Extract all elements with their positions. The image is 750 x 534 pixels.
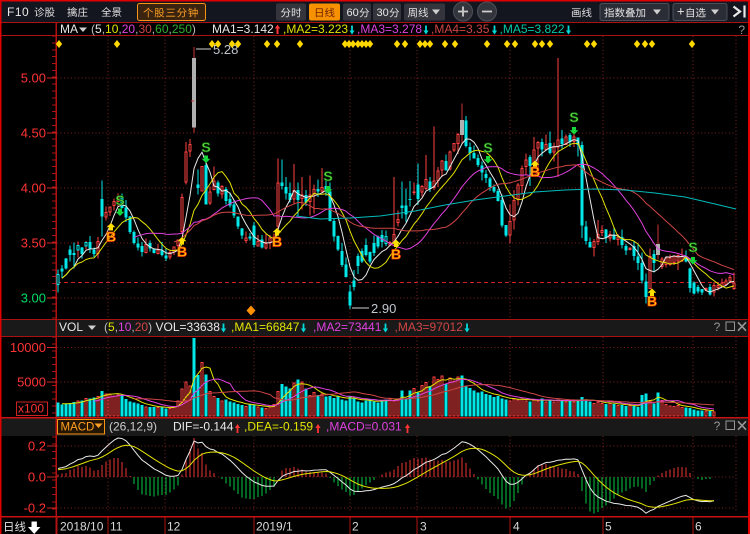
svg-text:4: 4: [513, 520, 520, 534]
svg-text:B: B: [530, 164, 540, 180]
svg-text:B: B: [106, 229, 116, 245]
svg-text:MACD: MACD: [61, 422, 95, 434]
svg-text:MA: MA: [60, 22, 78, 36]
svg-text:2.90: 2.90: [371, 301, 396, 316]
svg-text:B: B: [177, 244, 187, 260]
svg-text:,MA1=66847: ,MA1=66847: [231, 320, 300, 334]
svg-text:S: S: [201, 139, 210, 155]
svg-text:VOL=33638: VOL=33638: [156, 320, 221, 334]
svg-text:5000: 5000: [17, 375, 46, 390]
svg-text:5: 5: [605, 520, 612, 534]
svg-text:S: S: [483, 140, 492, 156]
svg-text:?: ?: [714, 419, 721, 433]
svg-text:x100: x100: [18, 402, 44, 416]
svg-text:S: S: [323, 168, 332, 184]
svg-text:12: 12: [167, 520, 181, 534]
svg-text:,MACD=0.031: ,MACD=0.031: [326, 420, 402, 434]
svg-text:,MA4=3.35: ,MA4=3.35: [431, 22, 490, 36]
svg-text:B: B: [391, 246, 401, 262]
svg-text:2019/1: 2019/1: [256, 520, 293, 534]
svg-text:S: S: [688, 239, 697, 255]
svg-text:B: B: [647, 293, 657, 309]
svg-text:,DEA=-0.159: ,DEA=-0.159: [244, 420, 313, 434]
svg-text:-0.2: -0.2: [24, 501, 46, 516]
svg-text:3.50: 3.50: [21, 236, 46, 251]
svg-text:S: S: [569, 109, 578, 125]
svg-text:0.2: 0.2: [28, 438, 46, 453]
svg-text:+: +: [677, 4, 685, 19]
svg-text:6: 6: [695, 520, 702, 534]
svg-text:?: ?: [738, 23, 745, 37]
svg-text:VOL: VOL: [59, 320, 83, 334]
svg-text:,MA2=3.223: ,MA2=3.223: [283, 22, 348, 36]
svg-text:,MA5=3.822: ,MA5=3.822: [500, 22, 565, 36]
svg-text:0.0: 0.0: [28, 470, 46, 485]
svg-text:4.50: 4.50: [21, 126, 46, 141]
svg-text:?: ?: [714, 320, 721, 334]
svg-text:5.00: 5.00: [21, 71, 46, 86]
svg-text:4.00: 4.00: [21, 181, 46, 196]
svg-text:30: 30: [377, 7, 389, 19]
svg-text:2018/10: 2018/10: [60, 520, 104, 534]
svg-text:,MA2=73441: ,MA2=73441: [313, 320, 382, 334]
svg-text:(5,10,20): (5,10,20): [104, 320, 152, 334]
svg-text:11: 11: [110, 520, 123, 534]
svg-text:,MA3=3.278: ,MA3=3.278: [357, 22, 422, 36]
svg-text:10000: 10000: [10, 340, 46, 355]
svg-text:B: B: [272, 234, 282, 250]
svg-text:(26,12,9): (26,12,9): [109, 420, 157, 434]
svg-text:S: S: [115, 192, 124, 208]
svg-text:DIF=-0.144: DIF=-0.144: [173, 420, 234, 434]
svg-text:,MA3=97012: ,MA3=97012: [395, 320, 464, 334]
svg-text:3.00: 3.00: [21, 291, 46, 306]
svg-text:F10: F10: [7, 5, 29, 19]
svg-text:(5,10,20,30,60,250): (5,10,20,30,60,250): [91, 22, 196, 36]
svg-text:2: 2: [352, 520, 359, 534]
svg-text:3: 3: [420, 520, 427, 534]
svg-text:MA1=3.142: MA1=3.142: [212, 22, 274, 36]
svg-text:60: 60: [347, 7, 359, 19]
